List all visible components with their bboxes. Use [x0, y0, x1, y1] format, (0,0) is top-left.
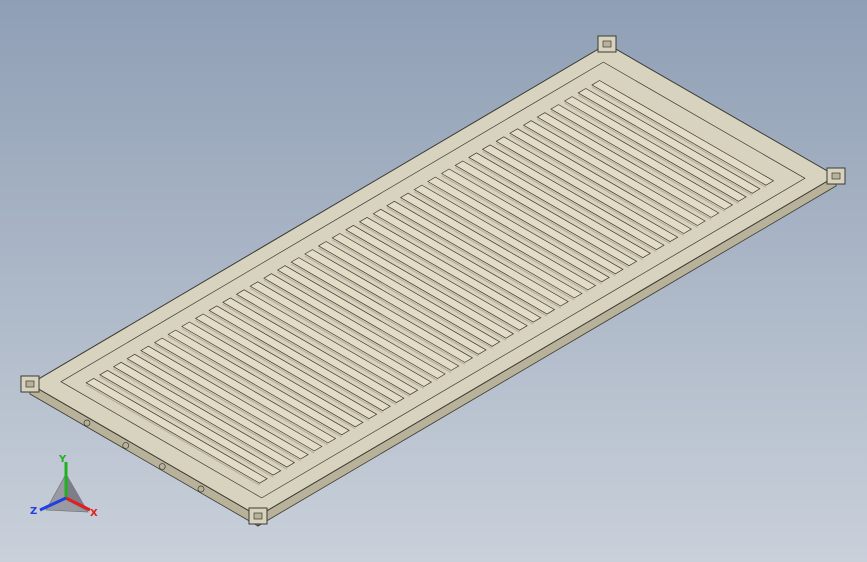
corner-casting-hole: [253, 512, 263, 520]
triad-z-label: Z: [30, 506, 37, 517]
rail-bolt: [122, 442, 130, 449]
graphics-viewport[interactable]: Y X Z: [0, 0, 867, 562]
corner-casting-hole: [25, 380, 35, 388]
rail-bolt: [83, 419, 91, 427]
corner-casting-hole: [831, 172, 841, 180]
corner-casting-hole: [602, 40, 612, 48]
3d-scene[interactable]: Y X Z: [0, 0, 867, 562]
triad-x-label: X: [90, 508, 98, 519]
rail-bolt: [197, 485, 205, 493]
triad-y-label: Y: [58, 454, 67, 465]
rail-bolt: [158, 463, 166, 470]
